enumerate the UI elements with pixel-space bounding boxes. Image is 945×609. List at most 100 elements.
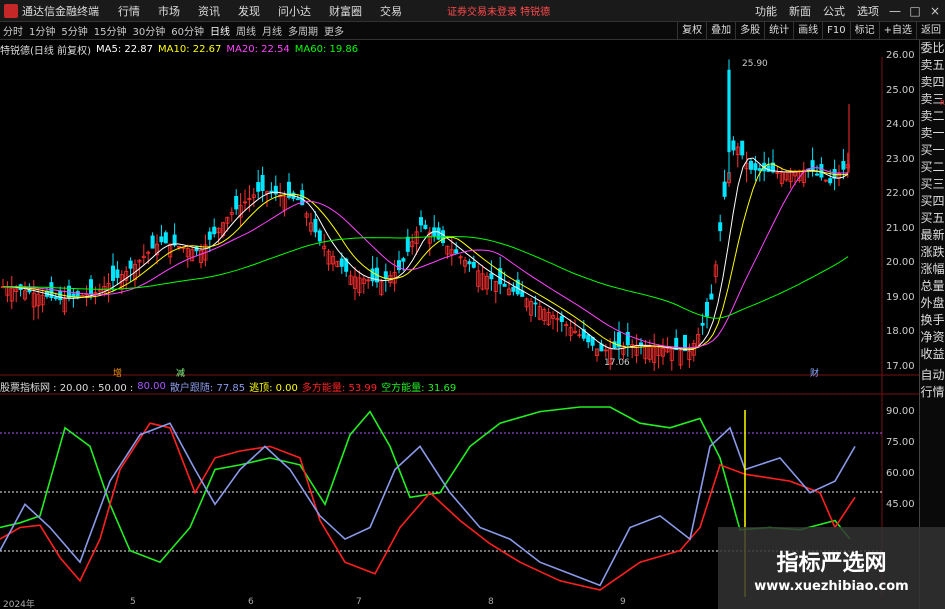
- candle-body: [207, 231, 212, 240]
- side-item[interactable]: 卖四: [920, 74, 945, 91]
- side-item[interactable]: 收益: [920, 346, 945, 363]
- candle-body: [502, 283, 507, 287]
- candle-body: [401, 258, 406, 262]
- candle-body: [58, 290, 63, 301]
- close-button[interactable]: ×: [925, 4, 945, 18]
- ma60-line: [2, 235, 849, 319]
- side-item[interactable]: 换手: [920, 312, 945, 329]
- candle-body: [709, 293, 714, 300]
- side-item[interactable]: 卖二: [920, 108, 945, 125]
- high-marker: 25.90: [742, 59, 768, 69]
- side-item[interactable]: 外盘: [920, 295, 945, 312]
- candle-body: [612, 341, 617, 349]
- indicator-tick: 90.00: [886, 406, 915, 417]
- price-tick: 24.00: [886, 119, 915, 130]
- date-label: 6: [248, 597, 254, 607]
- candle-body: [260, 175, 265, 191]
- side-item[interactable]: 涨跌: [920, 244, 945, 261]
- candle-body: [467, 261, 472, 265]
- candle-body: [150, 235, 155, 249]
- side-item[interactable]: 买二: [920, 159, 945, 176]
- candle-body: [75, 291, 80, 297]
- event-marker-3[interactable]: 财: [810, 366, 819, 379]
- candle-body: [722, 181, 727, 197]
- candle-body: [718, 222, 723, 232]
- indicator-taoding: 逃顶: 0.00: [249, 382, 298, 394]
- watermark-title: 指标严选网: [776, 551, 887, 576]
- candle-body: [511, 286, 516, 292]
- price-tick: 23.00: [886, 153, 915, 165]
- price-tick: 17.00: [886, 360, 915, 372]
- candle-body: [810, 160, 815, 172]
- side-item[interactable]: 买五: [920, 210, 945, 227]
- side-item[interactable]: 卖一: [920, 125, 945, 142]
- price-tick: 25.00: [886, 84, 915, 96]
- candle-body: [749, 160, 754, 170]
- indicator-80: 80.00: [137, 380, 166, 392]
- date-label: 2024年: [3, 600, 35, 609]
- price-tick: 22.00: [886, 188, 915, 199]
- low-marker: 17.06: [604, 358, 630, 368]
- side-item[interactable]: 总量: [920, 278, 945, 295]
- indicator-name[interactable]: 股票指标网 : 20.00 : 50.00 :: [0, 379, 133, 394]
- candle-body: [313, 218, 318, 233]
- side-item[interactable]: 行情: [920, 384, 945, 401]
- price-tick: 20.00: [886, 257, 915, 268]
- quote-side-panel: 委比 卖五 卖四 卖三 卖二 卖一 买一 买二 买三 买四 买五 最新 涨跌 涨幅 总量 外盘 换手 净资 收益 自动…: [919, 40, 945, 609]
- candle-body: [705, 301, 710, 317]
- candle-body: [163, 232, 168, 244]
- date-label: 9: [620, 597, 626, 607]
- candle-body: [841, 161, 846, 170]
- candle-body: [740, 140, 745, 156]
- side-item[interactable]: 委比: [920, 40, 945, 57]
- candle-body: [89, 279, 94, 295]
- candle-body: [436, 227, 441, 240]
- price-tick: 21.00: [886, 222, 915, 234]
- side-item[interactable]: 买三: [920, 176, 945, 193]
- side-item[interactable]: 买四: [920, 193, 945, 210]
- side-item[interactable]: 最新: [920, 227, 945, 244]
- candle-body: [815, 173, 820, 176]
- candle-body: [533, 302, 538, 305]
- candle-body: [339, 258, 344, 267]
- watermark-url: www.xuezhibiao.com: [754, 579, 909, 594]
- ma20-line: [2, 167, 849, 349]
- back-button[interactable]: 返回: [916, 22, 945, 40]
- side-item[interactable]: 净资: [920, 329, 945, 346]
- candle-body: [454, 249, 459, 254]
- candle-body: [731, 140, 736, 151]
- candle-body: [766, 165, 771, 172]
- candle-body: [757, 168, 762, 171]
- indicator-duofang: 多方能量: 53.99: [301, 382, 378, 394]
- candle-body: [115, 269, 120, 278]
- candle-body: [489, 273, 494, 280]
- date-label: 8: [488, 597, 494, 607]
- candle-body: [418, 217, 423, 226]
- candle-body: [317, 230, 322, 242]
- candle-body: [111, 265, 116, 281]
- candle-body: [559, 315, 564, 323]
- side-item[interactable]: 买一: [920, 142, 945, 159]
- indicator-bar: 股票指标网 : 20.00 : 50.00 : 80.00 散户跟随: 77.8…: [0, 378, 460, 394]
- candle-body: [423, 224, 428, 229]
- side-item[interactable]: 涨幅: [920, 261, 945, 278]
- candle-body: [128, 260, 133, 269]
- candle-body: [405, 236, 410, 252]
- side-item[interactable]: 自动: [920, 367, 945, 384]
- candle-body: [700, 322, 705, 326]
- candle-body: [53, 296, 58, 300]
- watermark: 指标严选网 www.xuezhibiao.com: [718, 527, 945, 609]
- price-tick: 18.00: [886, 326, 915, 337]
- indicator-kongfang: 空方能量: 31.69: [381, 382, 457, 394]
- price-tick: 26.00: [886, 50, 915, 61]
- candle-body: [159, 236, 164, 243]
- indicator-tick: 60.00: [886, 468, 915, 479]
- candle-body: [212, 226, 217, 235]
- price-tick: 19.00: [886, 291, 915, 303]
- indicator-tick: 45.00: [886, 499, 915, 510]
- candle-body: [256, 182, 261, 192]
- ma10-line: [2, 163, 849, 350]
- date-label: 5: [130, 597, 136, 607]
- side-item[interactable]: 卖五: [920, 57, 945, 74]
- chart-canvas[interactable]: [0, 0, 919, 597]
